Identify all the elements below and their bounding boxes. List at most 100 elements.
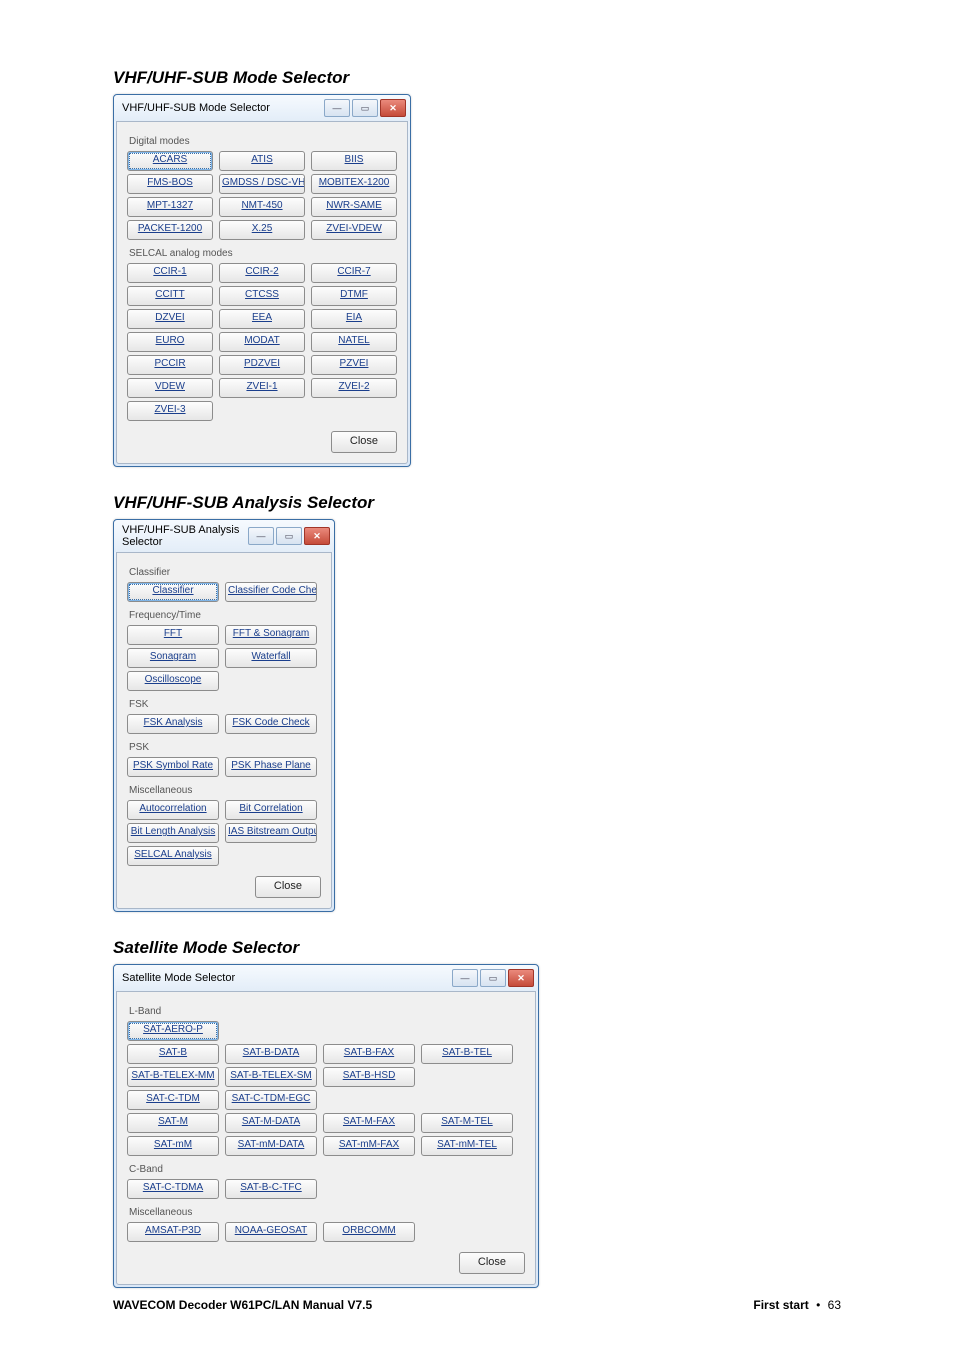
heading-analysis-selector: VHF/UHF-SUB Analysis Selector <box>113 493 841 513</box>
minimize-button[interactable]: — <box>248 527 274 545</box>
mode-button[interactable]: SAT-mM-DATA <box>225 1136 317 1156</box>
mode-button[interactable]: Autocorrelation <box>127 800 219 820</box>
mode-button[interactable]: PZVEI <box>311 355 397 375</box>
mode-button[interactable]: SAT-B <box>127 1044 219 1064</box>
mode-button[interactable]: SAT-M-TEL <box>421 1113 513 1133</box>
mode-button[interactable]: PCCIR <box>127 355 213 375</box>
close-button[interactable]: Close <box>459 1252 525 1274</box>
mode-button[interactable]: MOBITEX-1200 <box>311 174 397 194</box>
group-label-fsk: FSK <box>129 699 321 710</box>
heading-mode-selector: VHF/UHF-SUB Mode Selector <box>113 68 841 88</box>
mode-button[interactable]: CTCSS <box>219 286 305 306</box>
mode-button[interactable]: NMT-450 <box>219 197 305 217</box>
group-label-digital: Digital modes <box>129 136 397 147</box>
mode-button[interactable]: BIIS <box>311 151 397 171</box>
mode-button[interactable]: CCIR-2 <box>219 263 305 283</box>
mode-button[interactable]: AMSAT-P3D <box>127 1222 219 1242</box>
mode-button[interactable]: Waterfall <box>225 648 317 668</box>
titlebar: VHF/UHF-SUB Mode Selector — ▭ ✕ <box>114 95 410 121</box>
mode-button[interactable]: CCITT <box>127 286 213 306</box>
footer-right: First start • 63 <box>753 1298 841 1312</box>
mode-button[interactable]: CCIR-1 <box>127 263 213 283</box>
mode-button[interactable]: FSK Code Check <box>225 714 317 734</box>
window-satellite-selector: Satellite Mode Selector — ▭ ✕ L-Band SAT… <box>113 964 539 1288</box>
mode-button[interactable]: SAT-B-TEL <box>421 1044 513 1064</box>
group-label-misc-sat: Miscellaneous <box>129 1207 525 1218</box>
mode-button[interactable]: PACKET-1200 <box>127 220 213 240</box>
group-label-classifier: Classifier <box>129 567 321 578</box>
group-label-cband: C-Band <box>129 1164 525 1175</box>
mode-button[interactable]: EIA <box>311 309 397 329</box>
mode-button[interactable]: SAT-M <box>127 1113 219 1133</box>
mode-button[interactable]: Oscilloscope <box>127 671 219 691</box>
mode-button[interactable]: FFT <box>127 625 219 645</box>
window-title: VHF/UHF-SUB Mode Selector <box>122 102 322 114</box>
minimize-button[interactable]: — <box>324 99 350 117</box>
close-x-button[interactable]: ✕ <box>380 99 406 117</box>
window-mode-selector: VHF/UHF-SUB Mode Selector — ▭ ✕ Digital … <box>113 94 411 467</box>
mode-button[interactable]: PDZVEI <box>219 355 305 375</box>
mode-button[interactable]: SAT-AERO-P <box>127 1021 219 1041</box>
mode-button[interactable]: SAT-M-DATA <box>225 1113 317 1133</box>
mode-button[interactable]: ZVEI-3 <box>127 401 213 421</box>
minimize-button[interactable]: — <box>452 969 478 987</box>
mode-button[interactable]: Classifier <box>127 582 219 602</box>
mode-button[interactable]: SAT-B-TELEX-MM <box>127 1067 219 1087</box>
mode-button[interactable]: SAT-M-FAX <box>323 1113 415 1133</box>
mode-button[interactable]: EURO <box>127 332 213 352</box>
mode-button[interactable]: Bit Correlation <box>225 800 317 820</box>
close-button[interactable]: Close <box>331 431 397 453</box>
mode-button[interactable]: NATEL <box>311 332 397 352</box>
mode-button[interactable]: SAT-B-TELEX-SM <box>225 1067 317 1087</box>
mode-button[interactable]: X.25 <box>219 220 305 240</box>
mode-button[interactable]: MPT-1327 <box>127 197 213 217</box>
mode-button[interactable]: CCIR-7 <box>311 263 397 283</box>
mode-button[interactable]: SAT-B-HSD <box>323 1067 415 1087</box>
mode-button[interactable]: SAT-B-C-TFC <box>225 1179 317 1199</box>
maximize-button[interactable]: ▭ <box>480 969 506 987</box>
mode-button[interactable]: SAT-B-DATA <box>225 1044 317 1064</box>
mode-button[interactable]: MODAT <box>219 332 305 352</box>
mode-button[interactable]: ORBCOMM <box>323 1222 415 1242</box>
mode-button[interactable]: DZVEI <box>127 309 213 329</box>
mode-button[interactable]: SELCAL Analysis <box>127 846 219 866</box>
mode-button[interactable]: ATIS <box>219 151 305 171</box>
mode-button[interactable]: SAT-C-TDM <box>127 1090 219 1110</box>
mode-button[interactable]: SAT-C-TDM-EGC <box>225 1090 317 1110</box>
close-x-button[interactable]: ✕ <box>508 969 534 987</box>
mode-button[interactable]: SAT-mM <box>127 1136 219 1156</box>
mode-button[interactable]: Bit Length Analysis <box>127 823 219 843</box>
mode-button[interactable]: IAS Bitstream Output <box>225 823 317 843</box>
mode-button[interactable]: NOAA-GEOSAT <box>225 1222 317 1242</box>
mode-button[interactable]: FFT & Sonagram <box>225 625 317 645</box>
mode-button[interactable]: ZVEI-1 <box>219 378 305 398</box>
page-footer: WAVECOM Decoder W61PC/LAN Manual V7.5 Fi… <box>113 1298 841 1312</box>
mode-button[interactable]: ZVEI-VDEW <box>311 220 397 240</box>
mode-button[interactable]: Classifier Code Check <box>225 582 317 602</box>
mode-button[interactable]: FSK Analysis <box>127 714 219 734</box>
close-x-button[interactable]: ✕ <box>304 527 330 545</box>
mode-button[interactable]: PSK Phase Plane <box>225 757 317 777</box>
mode-button[interactable]: SAT-mM-FAX <box>323 1136 415 1156</box>
group-label-selcal: SELCAL analog modes <box>129 248 397 259</box>
mode-button[interactable]: VDEW <box>127 378 213 398</box>
maximize-button[interactable]: ▭ <box>276 527 302 545</box>
mode-button[interactable]: Sonagram <box>127 648 219 668</box>
window-title: VHF/UHF-SUB Analysis Selector <box>122 524 246 548</box>
close-button[interactable]: Close <box>255 876 321 898</box>
mode-button[interactable]: SAT-B-FAX <box>323 1044 415 1064</box>
mode-button[interactable]: ZVEI-2 <box>311 378 397 398</box>
mode-button[interactable]: PSK Symbol Rate <box>127 757 219 777</box>
group-label-psk: PSK <box>129 742 321 753</box>
mode-button[interactable]: FMS-BOS <box>127 174 213 194</box>
mode-button[interactable]: GMDSS / DSC-VHF <box>219 174 305 194</box>
mode-button[interactable]: SAT-C-TDMA <box>127 1179 219 1199</box>
mode-button[interactable]: EEA <box>219 309 305 329</box>
mode-button[interactable]: NWR-SAME <box>311 197 397 217</box>
mode-button[interactable]: DTMF <box>311 286 397 306</box>
mode-button[interactable]: ACARS <box>127 151 213 171</box>
mode-button[interactable]: SAT-mM-TEL <box>421 1136 513 1156</box>
footer-section: First start <box>753 1298 808 1312</box>
group-label-frequency: Frequency/Time <box>129 610 321 621</box>
maximize-button[interactable]: ▭ <box>352 99 378 117</box>
